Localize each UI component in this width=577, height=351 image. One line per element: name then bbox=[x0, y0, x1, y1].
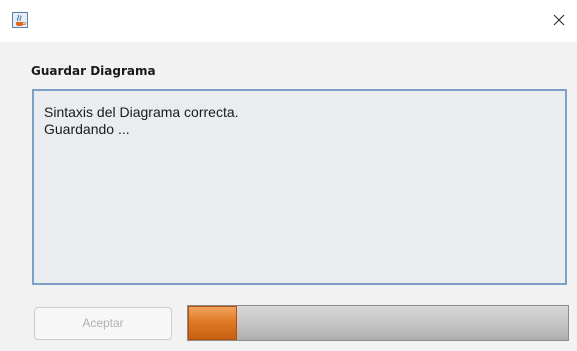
message-line: Sintaxis del Diagrama correcta. bbox=[44, 104, 239, 120]
java-cup-icon bbox=[12, 12, 28, 28]
message-text-area[interactable]: Sintaxis del Diagrama correcta. Guardand… bbox=[32, 89, 567, 285]
progress-fill bbox=[188, 306, 238, 340]
save-progress-bar bbox=[187, 305, 569, 341]
title-bar bbox=[0, 0, 577, 42]
message-line: Guardando ... bbox=[44, 121, 130, 137]
dialog-heading: Guardar Diagrama bbox=[31, 64, 156, 78]
accept-button[interactable]: Aceptar bbox=[34, 307, 172, 340]
close-icon[interactable] bbox=[549, 10, 569, 30]
save-diagram-dialog: Guardar Diagrama Sintaxis del Diagrama c… bbox=[0, 0, 577, 351]
dialog-content: Guardar Diagrama Sintaxis del Diagrama c… bbox=[0, 42, 577, 351]
